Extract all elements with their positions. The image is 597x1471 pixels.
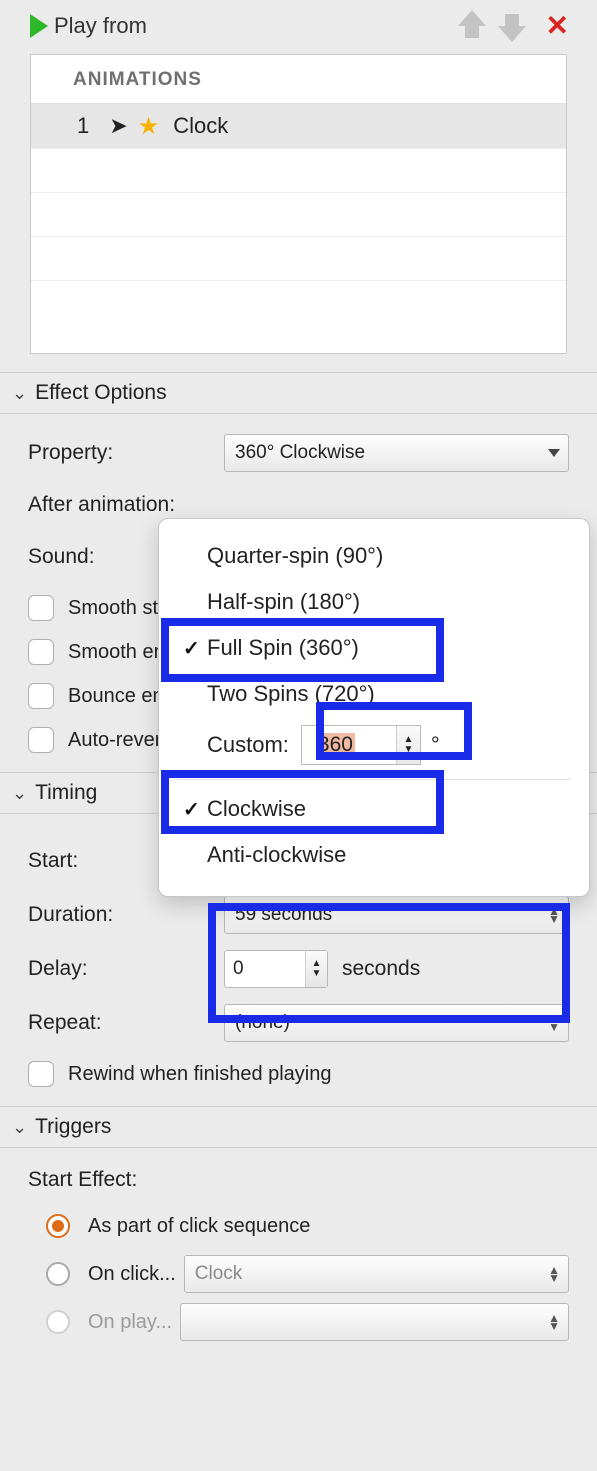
repeat-label: Repeat: xyxy=(28,1011,224,1035)
popover-item-label: Anti-clockwise xyxy=(207,842,573,868)
stepper-buttons-icon[interactable]: ▲▼ xyxy=(396,726,420,764)
chevron-down-icon: ⌄ xyxy=(12,1117,27,1138)
on-click-target-value: Clock xyxy=(195,1263,243,1285)
rewind-label: Rewind when finished playing xyxy=(68,1063,332,1086)
bounce-end-checkbox[interactable] xyxy=(28,683,54,709)
animation-item[interactable]: 1 ➤ ★ Clock xyxy=(31,104,566,148)
move-down-icon xyxy=(500,12,524,40)
popover-item-label: Quarter-spin (90°) xyxy=(207,543,573,569)
popover-item-clockwise[interactable]: ✓ Clockwise xyxy=(159,786,589,832)
repeat-dropdown[interactable]: (none) ▲▼ xyxy=(224,1004,569,1042)
animation-toolbar: Play from ✕ xyxy=(0,0,597,50)
empty-row xyxy=(31,192,566,236)
custom-unit: ° xyxy=(431,732,440,758)
chevron-down-icon: ⌄ xyxy=(12,383,27,404)
stepper-buttons-icon[interactable]: ▲▼ xyxy=(305,951,327,987)
property-label: Property: xyxy=(28,441,224,465)
radio-on-click-label: On click... xyxy=(88,1263,176,1286)
section-title: Timing xyxy=(35,781,97,805)
repeat-value: (none) xyxy=(235,1012,290,1034)
section-title: Triggers xyxy=(35,1115,111,1139)
radio-on-play-label: On play... xyxy=(88,1311,172,1334)
dropdown-caret-icon xyxy=(548,449,560,457)
popover-item-anticlockwise[interactable]: Anti-clockwise xyxy=(159,832,589,878)
empty-row xyxy=(31,236,566,280)
play-from-label[interactable]: Play from xyxy=(54,13,147,39)
empty-row xyxy=(31,148,566,192)
duration-label: Duration: xyxy=(28,903,224,927)
check-icon: ✓ xyxy=(183,636,207,661)
on-play-target-dropdown: ▲▼ xyxy=(180,1303,569,1341)
animation-index: 1 xyxy=(77,113,89,139)
property-value: 360° Clockwise xyxy=(235,442,365,464)
chevron-down-icon: ⌄ xyxy=(12,783,27,804)
radio-click-sequence[interactable] xyxy=(46,1214,70,1238)
property-dropdown[interactable]: 360° Clockwise xyxy=(224,434,569,472)
popover-item-full-spin[interactable]: ✓ Full Spin (360°) xyxy=(159,625,589,671)
popover-item-half-spin[interactable]: Half-spin (180°) xyxy=(159,579,589,625)
smooth-end-checkbox[interactable] xyxy=(28,639,54,665)
animations-list: ANIMATIONS 1 ➤ ★ Clock xyxy=(30,54,567,354)
rewind-checkbox[interactable] xyxy=(28,1061,54,1087)
stepper-chevrons-icon: ▲▼ xyxy=(548,1266,560,1282)
after-animation-label: After animation: xyxy=(28,493,224,517)
duration-value: 59 seconds xyxy=(235,904,332,926)
move-up-icon xyxy=(460,12,484,40)
delay-stepper[interactable]: 0 ▲▼ xyxy=(224,950,328,988)
popover-item-quarter-spin[interactable]: Quarter-spin (90°) xyxy=(159,533,589,579)
popover-custom-row: Custom: 360 ▲▼ ° xyxy=(159,717,589,773)
effect-options-header[interactable]: ⌄ Effect Options xyxy=(0,372,597,414)
check-icon: ✓ xyxy=(183,797,207,822)
radio-click-sequence-label: As part of click sequence xyxy=(88,1215,310,1238)
popover-item-label: Half-spin (180°) xyxy=(207,589,573,615)
stepper-chevrons-icon: ▲▼ xyxy=(548,1015,560,1031)
delay-value: 0 xyxy=(233,958,244,980)
delay-label: Delay: xyxy=(28,957,224,981)
auto-reverse-checkbox[interactable] xyxy=(28,727,54,753)
stepper-chevrons-icon: ▲▼ xyxy=(548,1314,560,1330)
start-effect-label: Start Effect: xyxy=(28,1168,569,1192)
triggers-body: Start Effect: As part of click sequence … xyxy=(0,1148,597,1356)
stepper-chevrons-icon: ▲▼ xyxy=(548,907,560,923)
triggers-header[interactable]: ⌄ Triggers xyxy=(0,1106,597,1148)
animation-name: Clock xyxy=(173,113,228,139)
onclick-cursor-icon: ➤ xyxy=(109,115,127,137)
custom-angle-value: 360 xyxy=(316,733,355,757)
custom-label: Custom: xyxy=(207,732,289,758)
popover-divider xyxy=(177,779,571,780)
remove-icon[interactable]: ✕ xyxy=(546,12,569,40)
popover-item-label: Two Spins (720°) xyxy=(207,681,573,707)
popover-item-two-spins[interactable]: Two Spins (720°) xyxy=(159,671,589,717)
section-title: Effect Options xyxy=(35,381,167,405)
property-popover: Quarter-spin (90°) Half-spin (180°) ✓ Fu… xyxy=(158,518,590,897)
empty-row xyxy=(31,280,566,324)
smooth-start-checkbox[interactable] xyxy=(28,595,54,621)
custom-angle-stepper[interactable]: 360 ▲▼ xyxy=(301,725,421,765)
delay-unit: seconds xyxy=(342,957,420,981)
radio-on-play xyxy=(46,1310,70,1334)
on-click-target-dropdown: Clock ▲▼ xyxy=(184,1255,569,1293)
duration-dropdown[interactable]: 59 seconds ▲▼ xyxy=(224,896,569,934)
animations-header: ANIMATIONS xyxy=(31,55,566,104)
popover-item-label: Full Spin (360°) xyxy=(207,635,573,661)
emphasis-star-icon: ★ xyxy=(138,112,160,141)
popover-item-label: Clockwise xyxy=(207,796,573,822)
radio-on-click[interactable] xyxy=(46,1262,70,1286)
play-icon[interactable] xyxy=(30,14,48,38)
